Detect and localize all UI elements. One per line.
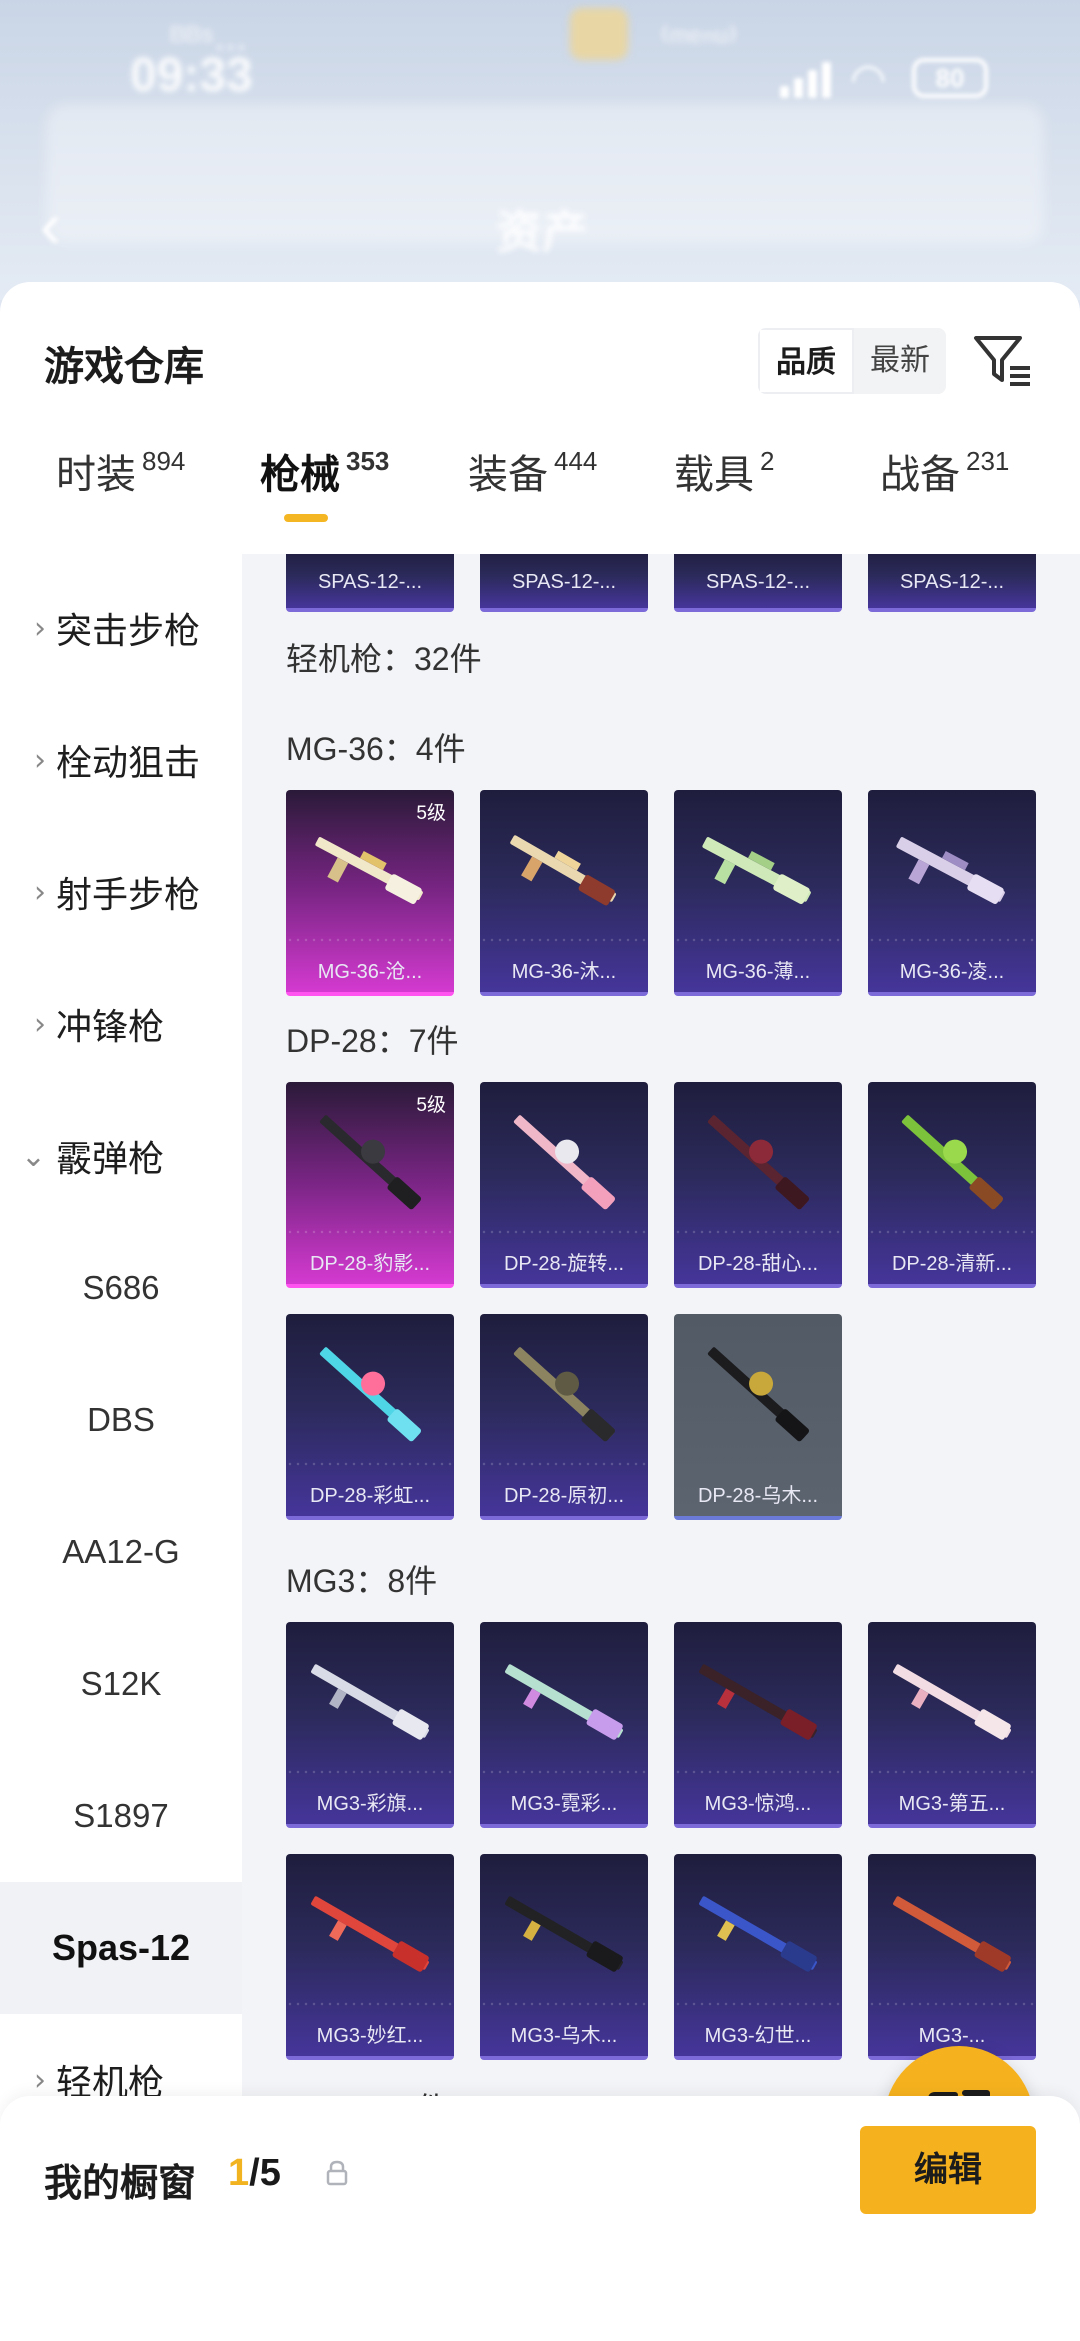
section-title-lmg: 轻机枪：32件 bbox=[286, 641, 482, 677]
wifi-icon: ◠ bbox=[850, 55, 887, 102]
rifle-icon bbox=[311, 1664, 429, 1740]
sort-quality-button[interactable]: 品质 bbox=[758, 328, 854, 394]
weapon-card[interactable]: MG3-... bbox=[868, 1854, 1036, 2060]
rifle-icon bbox=[311, 1896, 429, 1972]
tab-vehicles[interactable]: 载具 2 bbox=[674, 442, 774, 500]
lock-icon bbox=[326, 2160, 348, 2186]
weapon-card[interactable]: MG3-幻世... bbox=[674, 1854, 842, 2060]
rifle-icon bbox=[901, 1115, 1004, 1210]
nav-title: 资产 bbox=[496, 206, 588, 258]
section-title-dp28: DP-28：7件 bbox=[286, 1023, 459, 1059]
rifle-icon bbox=[315, 837, 423, 904]
app-icon bbox=[570, 8, 628, 60]
sort-newest-button[interactable]: 最新 bbox=[854, 328, 946, 394]
sidebar-sub-aa12g[interactable]: AA12-G bbox=[0, 1486, 242, 1618]
tab-supplies[interactable]: 战备 231 bbox=[880, 442, 1009, 500]
weapon-card[interactable]: MG3-第五... bbox=[868, 1622, 1036, 1828]
edit-button[interactable]: 编辑 bbox=[860, 2126, 1036, 2214]
chevron-down-icon: ⌄ bbox=[20, 1138, 46, 1174]
sheet-header: 游戏仓库 品质 最新 bbox=[0, 282, 1080, 412]
rifle-icon bbox=[510, 835, 616, 906]
sidebar-sub-dbs[interactable]: DBS bbox=[0, 1354, 242, 1486]
weapon-card[interactable]: DP-28-原初... bbox=[480, 1314, 648, 1520]
sidebar-sub-s686[interactable]: S686 bbox=[0, 1222, 242, 1354]
rifle-icon bbox=[513, 1115, 616, 1210]
carrier-text-right: ⁽ᵐᵉⁿᵘ⁾ bbox=[660, 21, 738, 59]
sidebar-sub-s1897[interactable]: S1897 bbox=[0, 1750, 242, 1882]
rifle-icon bbox=[699, 1896, 817, 1972]
category-tabs: 时装 894 枪械 353 装备 444 载具 2 战备 231 bbox=[0, 432, 1080, 532]
rifle-icon bbox=[707, 1115, 810, 1210]
rifle-icon bbox=[893, 1664, 1011, 1740]
weapon-card[interactable]: DP-28-旋转... bbox=[480, 1082, 648, 1288]
sort-toggle: 品质 最新 bbox=[758, 328, 946, 394]
weapon-card[interactable]: MG3-妙红... bbox=[286, 1854, 454, 2060]
tab-fashion[interactable]: 时装 894 bbox=[56, 442, 185, 500]
weapon-card[interactable]: SPAS-12-... bbox=[674, 554, 842, 612]
sidebar-sub-spas12-selected[interactable]: Spas-12 bbox=[0, 1882, 242, 2014]
rifle-icon bbox=[319, 1115, 422, 1210]
sidebar-item-shotgun[interactable]: ⌄ 霰弹枪 bbox=[0, 1090, 242, 1222]
sidebar-item-bolt-sniper[interactable]: › 栓动狙击 bbox=[0, 694, 242, 826]
chevron-right-icon: › bbox=[34, 874, 46, 910]
showcase-count: 1/5 bbox=[228, 2152, 281, 2194]
weapon-card[interactable]: DP-28-彩虹... bbox=[286, 1314, 454, 1520]
weapon-card[interactable]: MG3-乌木... bbox=[480, 1854, 648, 2060]
weapon-card[interactable]: SPAS-12-... bbox=[286, 554, 454, 612]
weapon-card[interactable]: MG-36-凌... bbox=[868, 790, 1036, 996]
sidebar-item-dmr[interactable]: › 射手步枪 bbox=[0, 826, 242, 958]
section-title-mg3: MG3：8件 bbox=[286, 1563, 438, 1599]
chevron-right-icon: › bbox=[34, 2062, 46, 2098]
weapon-card[interactable]: MG3-惊鸿... bbox=[674, 1622, 842, 1828]
showcase-title: 我的橱窗 bbox=[44, 2163, 197, 2205]
tab-active-indicator bbox=[284, 514, 328, 522]
filter-icon[interactable] bbox=[970, 328, 1034, 392]
page-title: 游戏仓库 bbox=[44, 345, 204, 389]
rifle-icon bbox=[896, 837, 1005, 904]
rifle-icon bbox=[699, 1664, 817, 1740]
weapon-card[interactable]: DP-28-清新... bbox=[868, 1082, 1036, 1288]
chevron-right-icon: › bbox=[34, 1006, 46, 1042]
section-title-mg36: MG-36：4件 bbox=[286, 731, 466, 767]
chevron-right-icon: › bbox=[34, 742, 46, 778]
sidebar-sub-s12k[interactable]: S12K bbox=[0, 1618, 242, 1750]
back-icon[interactable]: ‹ bbox=[40, 188, 61, 262]
status-time: 09:33 bbox=[130, 49, 253, 102]
sidebar-item-assault-rifle[interactable]: › 突击步枪 bbox=[0, 562, 242, 694]
tab-equipment[interactable]: 装备 444 bbox=[468, 442, 597, 500]
weapon-card[interactable]: MG-36-薄... bbox=[674, 790, 842, 996]
rifle-icon bbox=[707, 1347, 810, 1442]
status-and-nav-area: ᴮᴮˢ… ⁽ᵐᵉⁿᵘ⁾ 09:33 ◠ 80 ‹ 资产 bbox=[0, 0, 1080, 300]
weapon-card[interactable]: MG3-彩旗... bbox=[286, 1622, 454, 1828]
rifle-icon bbox=[702, 837, 811, 904]
warehouse-sheet: 游戏仓库 品质 最新 时装 894 枪械 353 装备 444 载具 2 战备 231 ›… bbox=[0, 282, 1080, 2341]
rifle-icon bbox=[893, 1896, 1011, 1972]
weapon-card[interactable]: DP-28-乌木... bbox=[674, 1314, 842, 1520]
rifle-icon bbox=[505, 1664, 623, 1740]
battery-icon: 80 bbox=[912, 58, 988, 98]
weapon-sidebar: › 突击步枪 › 栓动狙击 › 射手步枪 › 冲锋枪 ⌄ 霰弹枪 S686 DBS AA1… bbox=[0, 554, 242, 2341]
weapon-card[interactable]: 5级 MG-36-沧... bbox=[286, 790, 454, 996]
sidebar-item-smg[interactable]: › 冲锋枪 bbox=[0, 958, 242, 1090]
chevron-right-icon: › bbox=[34, 610, 46, 646]
tab-weapons[interactable]: 枪械 353 bbox=[260, 442, 389, 500]
signal-icon bbox=[780, 60, 836, 98]
rifle-icon bbox=[513, 1347, 616, 1442]
weapon-card[interactable]: DP-28-甜心... bbox=[674, 1082, 842, 1288]
rifle-icon bbox=[505, 1896, 623, 1972]
weapon-card[interactable]: SPAS-12-... bbox=[480, 554, 648, 612]
weapon-card[interactable]: 5级 DP-28-豹影... bbox=[286, 1082, 454, 1288]
weapon-card[interactable]: MG3-霓彩... bbox=[480, 1622, 648, 1828]
weapon-card[interactable]: SPAS-12-... bbox=[868, 554, 1036, 612]
weapon-card[interactable]: MG-36-沐... bbox=[480, 790, 648, 996]
rifle-icon bbox=[319, 1347, 422, 1442]
showcase-bar: 我的橱窗 1/5 编辑 bbox=[0, 2096, 1080, 2341]
